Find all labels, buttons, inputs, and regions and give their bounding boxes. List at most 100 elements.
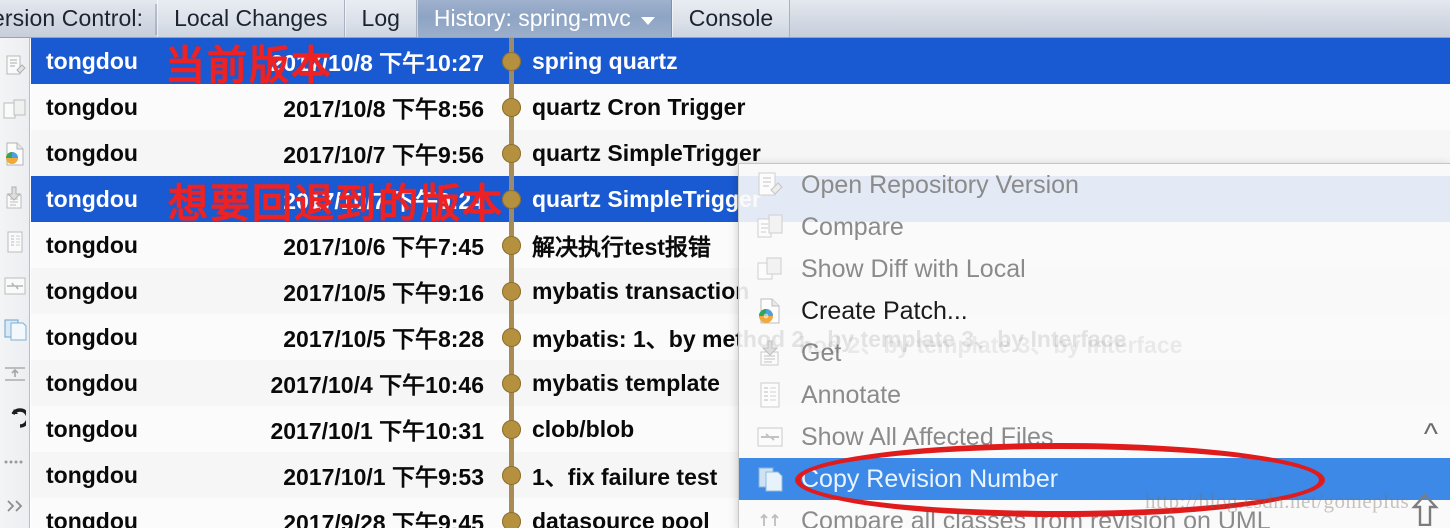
row-author: tongdou <box>46 93 138 120</box>
menu-item-label: Annotate <box>801 380 902 409</box>
commit-graph-cell <box>494 498 528 528</box>
commit-graph-cell <box>494 176 528 222</box>
row-date: 2017/10/7 下午9:24 <box>283 188 484 214</box>
menu-item-label: Create Patch... <box>801 296 968 325</box>
expand-collapse-button[interactable] <box>1 484 29 528</box>
commit-graph-cell <box>494 452 528 498</box>
commit-graph-cell <box>494 314 528 360</box>
tab-local-changes[interactable]: Local Changes <box>157 0 345 37</box>
graph-node <box>502 236 521 255</box>
create-patch-button[interactable] <box>1 132 29 176</box>
menu-item-compare-all-classes-uml[interactable]: Compare all classes from revision on UML <box>739 500 1450 528</box>
open-repository-version-icon <box>753 169 787 201</box>
row-date: 2017/10/8 下午8:56 <box>283 96 484 122</box>
commit-graph-cell <box>494 360 528 406</box>
row-date: 2017/10/1 下午9:53 <box>283 464 484 490</box>
arrow-up-icon[interactable] <box>1410 492 1440 528</box>
graph-node <box>502 282 521 301</box>
tab-local-changes-label: Local Changes <box>174 5 328 31</box>
show-all-affected-files-icon <box>753 421 787 453</box>
graph-node <box>502 466 521 485</box>
menu-item-compare[interactable]: Compare <box>739 206 1450 248</box>
menu-item-get[interactable]: Get <box>739 332 1450 374</box>
commit-graph-cell <box>494 222 528 268</box>
row-author: tongdou <box>46 507 138 528</box>
menu-item-label: Show All Affected Files <box>801 422 1054 451</box>
compare-uml-icon <box>753 505 787 528</box>
row-author: tongdou <box>46 415 138 442</box>
rollback-icon <box>4 406 26 430</box>
commit-graph-cell <box>494 130 528 176</box>
create-patch-icon <box>3 142 27 166</box>
table-row[interactable]: tongdou 2017/10/8 下午8:56 quartz Cron Tri… <box>31 84 1450 130</box>
annotate-button[interactable] <box>1 220 29 264</box>
chevron-right-icon <box>5 498 25 514</box>
row-date: 2017/9/28 下午9:45 <box>283 510 484 528</box>
version-control-tabbar: ersion Control: Local Changes Log Histor… <box>0 0 1450 38</box>
commit-graph-cell <box>494 84 528 130</box>
create-patch-icon <box>753 295 787 327</box>
get-button[interactable] <box>1 176 29 220</box>
graph-node <box>502 328 521 347</box>
row-author: tongdou <box>46 323 138 350</box>
open-repository-version-icon <box>4 54 26 78</box>
open-repository-version-button[interactable] <box>1 44 29 88</box>
menu-item-label: Open Repository Version <box>801 170 1079 199</box>
menu-item-copy-revision-number[interactable]: Copy Revision Number <box>739 458 1450 500</box>
revision-context-menu[interactable]: Open Repository Version Compare Show Dif… <box>738 163 1450 528</box>
tab-log-label: Log <box>361 5 400 31</box>
menu-item-label: Compare <box>801 212 904 241</box>
annotate-icon <box>753 379 787 411</box>
graph-node <box>502 374 521 393</box>
table-row[interactable]: tongdou 2017/10/8 下午10:27 spring quartz <box>31 38 1450 84</box>
row-author: tongdou <box>46 139 138 166</box>
menu-item-show-all-affected-files[interactable]: Show All Affected Files <box>739 416 1450 458</box>
row-date: 2017/10/6 下午7:45 <box>283 234 484 260</box>
menu-item-label: Show Diff with Local <box>801 254 1026 283</box>
compare-icon <box>3 99 27 121</box>
row-date: 2017/10/8 下午10:27 <box>270 50 484 76</box>
copy-revision-number-icon <box>3 318 27 342</box>
rollback-button[interactable] <box>1 396 29 440</box>
copy-revision-number-button[interactable] <box>1 308 29 352</box>
graph-node <box>502 420 521 439</box>
copy-revision-number-icon <box>753 463 787 495</box>
group-icon <box>3 364 27 384</box>
chevron-down-icon[interactable] <box>640 16 655 25</box>
menu-item-label: Copy Revision Number <box>801 464 1059 493</box>
row-author: tongdou <box>46 461 138 488</box>
annotate-icon <box>4 230 26 254</box>
more-options-button[interactable] <box>1 440 29 484</box>
row-message: spring quartz <box>532 47 678 74</box>
compare-button[interactable] <box>1 88 29 132</box>
chevron-up-icon[interactable]: ^ <box>1424 420 1438 450</box>
menu-item-open-repository-version[interactable]: Open Repository Version <box>739 164 1450 206</box>
version-control-label: ersion Control: <box>0 5 144 31</box>
tab-history[interactable]: History: spring-mvc <box>416 0 672 37</box>
row-date: 2017/10/7 下午9:56 <box>283 142 484 168</box>
show-all-affected-files-button[interactable] <box>1 264 29 308</box>
commit-graph-cell <box>494 406 528 452</box>
row-author: tongdou <box>46 47 138 74</box>
row-message: quartz Cron Trigger <box>532 93 746 120</box>
tab-console[interactable]: Console <box>671 0 791 37</box>
row-author: tongdou <box>46 369 138 396</box>
group-by-button[interactable] <box>1 352 29 396</box>
graph-node <box>502 512 521 528</box>
get-icon <box>753 337 787 369</box>
menu-item-show-diff-with-local[interactable]: Show Diff with Local <box>739 248 1450 290</box>
graph-node <box>502 98 521 117</box>
menu-item-label: Get <box>801 338 842 367</box>
graph-node <box>502 190 521 209</box>
dots-icon <box>3 458 27 466</box>
show-diff-with-local-icon <box>753 253 787 285</box>
tab-history-label: History: spring-mvc <box>433 5 631 31</box>
commit-graph-cell <box>494 268 528 314</box>
row-author: tongdou <box>46 185 138 212</box>
tab-log[interactable]: Log <box>344 0 417 37</box>
menu-item-annotate[interactable]: Annotate <box>739 374 1450 416</box>
row-date: 2017/10/5 下午9:16 <box>283 280 484 306</box>
version-control-history-window: ersion Control: Local Changes Log Histor… <box>0 0 1450 528</box>
menu-item-create-patch[interactable]: Create Patch... <box>739 290 1450 332</box>
row-date: 2017/10/4 下午10:46 <box>270 372 484 398</box>
